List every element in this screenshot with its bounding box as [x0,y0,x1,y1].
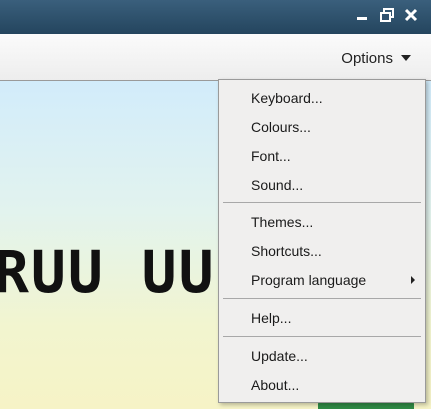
options-menu-button[interactable]: Options [341,48,411,68]
menu-item-program-language[interactable]: Program language [219,267,425,293]
toolbar: Options [0,34,431,81]
restore-button[interactable] [377,4,397,26]
menu-separator [223,336,421,337]
options-dropdown-menu: Keyboard... Colours... Font... Sound... … [218,79,426,403]
menu-item-shortcuts[interactable]: Shortcuts... [219,238,425,264]
submenu-arrow-icon [411,276,415,284]
practice-text: RUU UUR [0,238,253,306]
menu-item-themes[interactable]: Themes... [219,209,425,235]
menu-separator [223,202,421,203]
menu-item-about[interactable]: About... [219,372,425,398]
menu-item-help[interactable]: Help... [219,305,425,331]
menu-separator [223,298,421,299]
minimize-icon [357,17,367,20]
title-bar [0,0,431,34]
options-label: Options [341,49,393,67]
chevron-down-icon [401,55,411,61]
menu-item-sound[interactable]: Sound... [219,172,425,198]
menu-item-update[interactable]: Update... [219,343,425,369]
menu-item-colours[interactable]: Colours... [219,114,425,140]
restore-icon [380,8,394,22]
menu-item-keyboard[interactable]: Keyboard... [219,85,425,111]
close-button[interactable] [401,4,421,26]
close-icon [404,8,418,22]
menu-item-font[interactable]: Font... [219,143,425,169]
minimize-button[interactable] [352,4,372,26]
